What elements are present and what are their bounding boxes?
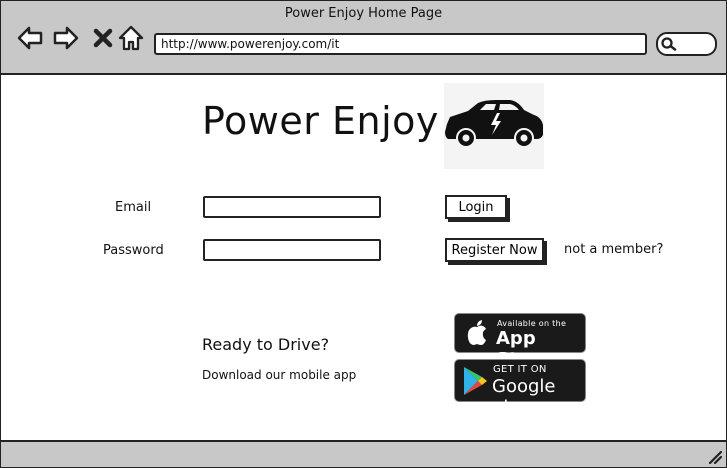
close-icon (93, 28, 113, 48)
car-logo (444, 83, 544, 169)
app-store-badge[interactable]: Available on the App Store (454, 313, 586, 370)
page-title: Power Enjoy (202, 99, 439, 143)
forward-arrow-icon (53, 26, 79, 50)
browser-window: Power Enjoy Home Page http://www.poweren… (0, 0, 727, 468)
url-bar[interactable]: http://www.powerenjoy.com/it (154, 33, 647, 55)
apple-icon (467, 320, 486, 345)
stop-button[interactable] (89, 24, 117, 52)
play-icon (464, 367, 487, 395)
search-icon (661, 37, 677, 51)
resize-grip-icon[interactable] (706, 448, 722, 464)
home-icon (118, 25, 144, 51)
back-button[interactable] (16, 24, 44, 52)
back-arrow-icon (17, 26, 43, 50)
window-title: Power Enjoy Home Page (284, 6, 443, 21)
browser-search-box[interactable] (656, 32, 717, 56)
google-play-big-text: Google play (492, 376, 556, 418)
google-play-small-text: GET IT ON (493, 364, 547, 375)
home-button[interactable] (117, 24, 145, 52)
browser-status-bar (1, 440, 726, 467)
app-store-small-text: Available on the (497, 319, 567, 328)
email-field[interactable] (203, 196, 381, 218)
forward-button[interactable] (52, 24, 80, 52)
browser-toolbar: Power Enjoy Home Page http://www.poweren… (1, 1, 726, 75)
register-button[interactable]: Register Now (445, 238, 544, 262)
login-button[interactable]: Login (445, 195, 507, 219)
ready-to-drive-heading: Ready to Drive? (202, 335, 330, 354)
password-field[interactable] (203, 239, 381, 261)
member-text: not a member? (564, 242, 664, 257)
google-play-badge[interactable]: GET IT ON Google play (454, 359, 586, 418)
car-icon (445, 100, 543, 148)
email-label: Email (115, 200, 152, 215)
download-app-text: Download our mobile app (202, 368, 357, 382)
password-label: Password (103, 243, 164, 258)
